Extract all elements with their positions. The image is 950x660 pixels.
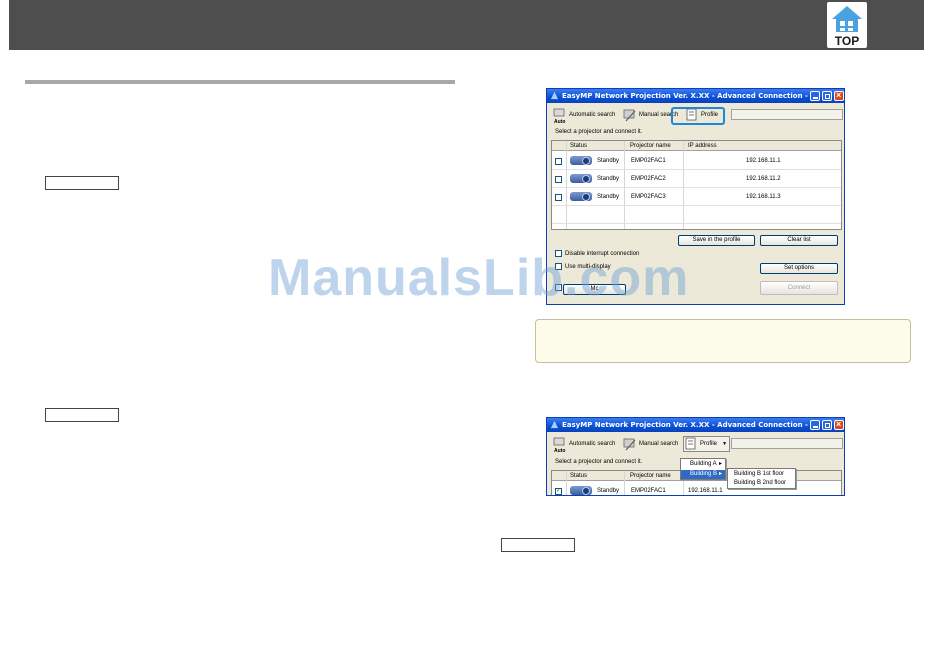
top-button-label: TOP bbox=[834, 34, 860, 48]
set-options-button[interactable]: Set options bbox=[760, 263, 838, 274]
row-status: Standby bbox=[597, 194, 620, 200]
menu-item-building-b-2nd-floor[interactable]: Building B 2nd floor bbox=[728, 479, 795, 488]
table-row[interactable]: Standby EMP02FAC3 192.168.11.3 bbox=[552, 188, 841, 206]
menu-item-label: Building A bbox=[690, 461, 717, 467]
profile-path-field bbox=[731, 109, 843, 120]
app-icon bbox=[550, 420, 559, 429]
auto-caption: Auto bbox=[554, 448, 566, 454]
profile-menu: Building A ▸ Building B ▸ bbox=[680, 458, 726, 480]
close-button[interactable]: × bbox=[834, 419, 844, 430]
row-checkbox[interactable] bbox=[555, 176, 562, 183]
manual-search-icon bbox=[623, 438, 636, 451]
procedure-label-box bbox=[501, 538, 575, 552]
menu-item-label: Building B bbox=[690, 471, 718, 477]
advanced-connection-window-profile-menu: EasyMP Network Projection Ver. X.XX - Ad… bbox=[546, 417, 845, 496]
projector-icon bbox=[570, 486, 592, 495]
toolbar: Automatic search Auto Manual search Prof… bbox=[549, 434, 843, 454]
maximize-button[interactable] bbox=[822, 91, 832, 101]
note-box bbox=[535, 319, 911, 363]
instruction-text: Select a projector and connect it. bbox=[555, 459, 643, 465]
table-row[interactable]: Standby EMP02FAC1 192.168.11.1 bbox=[552, 152, 841, 170]
maximize-button[interactable] bbox=[822, 420, 832, 430]
window-title: EasyMP Network Projection Ver. X.XX - Ad… bbox=[562, 421, 808, 429]
section-rule bbox=[25, 80, 455, 84]
manual-search-label: Manual search bbox=[639, 441, 679, 447]
row-projector-name: EMP02FAC1 bbox=[631, 488, 666, 494]
instruction-text: Select a projector and connect it. bbox=[555, 129, 643, 135]
row-checkbox[interactable] bbox=[555, 158, 562, 165]
profile-icon bbox=[685, 437, 696, 450]
column-header-projector-name[interactable]: Projector name bbox=[630, 471, 671, 481]
table-row[interactable]: Standby EMP02FAC2 192.168.11.2 bbox=[552, 170, 841, 188]
row-ip-address: 192.168.11.2 bbox=[746, 176, 781, 182]
row-ip-address: 192.168.11.3 bbox=[746, 194, 781, 200]
minimize-button[interactable] bbox=[810, 420, 820, 430]
column-header-status[interactable]: Status bbox=[570, 141, 587, 151]
row-projector-name: EMP02FAC3 bbox=[631, 194, 666, 200]
column-header-projector-name[interactable]: Projector name bbox=[630, 141, 671, 151]
window-title-bar: EasyMP Network Projection Ver. X.XX - Ad… bbox=[547, 418, 844, 432]
submenu-arrow-icon: ▸ bbox=[718, 461, 722, 467]
projector-icon bbox=[570, 156, 592, 165]
row-ip-address: 192.168.11.1 bbox=[688, 488, 723, 494]
menu-item-building-a[interactable]: Building A ▸ bbox=[681, 460, 725, 469]
home-icon bbox=[832, 6, 862, 32]
manual-search-button[interactable]: Manual search bbox=[623, 436, 678, 452]
profile-button[interactable]: Profile ▼ bbox=[683, 436, 731, 452]
column-header-ip-address[interactable]: IP address bbox=[688, 141, 717, 151]
row-status: Standby bbox=[597, 488, 620, 494]
page-header-bar bbox=[9, 0, 924, 50]
row-ip-address: 192.168.11.1 bbox=[746, 158, 781, 164]
app-icon bbox=[550, 91, 559, 100]
automatic-search-label: Automatic search bbox=[569, 112, 616, 118]
profile-path-field bbox=[731, 438, 843, 449]
profile-submenu: Building B 1st floor Building B 2nd floo… bbox=[727, 468, 796, 489]
projector-list: Status Projector name IP address Standby… bbox=[551, 140, 842, 230]
profile-highlight bbox=[671, 107, 725, 125]
row-checkbox[interactable] bbox=[555, 194, 562, 201]
top-button[interactable]: TOP bbox=[827, 2, 867, 48]
dropdown-arrow-icon: ▼ bbox=[722, 441, 728, 447]
auto-caption: Auto bbox=[554, 119, 566, 125]
close-icon: × bbox=[836, 419, 842, 429]
clear-list-button[interactable]: Clear list bbox=[760, 235, 838, 246]
procedure-label-box bbox=[45, 176, 119, 190]
minimize-button[interactable] bbox=[810, 91, 820, 101]
save-in-profile-button[interactable]: Save in the profile bbox=[678, 235, 755, 246]
submenu-arrow-icon: ▸ bbox=[718, 471, 722, 477]
row-checkbox-checked[interactable]: ✓ bbox=[555, 488, 562, 495]
watermark-text: ManualsLib.com bbox=[268, 249, 690, 307]
row-status: Standby bbox=[597, 176, 620, 182]
table-row[interactable]: ✓ Standby EMP02FAC1 192.168.11.1 bbox=[552, 482, 841, 495]
window-title-bar: EasyMP Network Projection Ver. X.XX - Ad… bbox=[547, 89, 844, 103]
projector-icon bbox=[570, 174, 592, 183]
connect-button[interactable]: Connect bbox=[760, 281, 838, 295]
manual-search-icon bbox=[623, 109, 636, 122]
menu-item-building-b-1st-floor[interactable]: Building B 1st floor bbox=[728, 470, 795, 479]
procedure-label-box bbox=[45, 408, 119, 422]
profile-label: Profile bbox=[700, 441, 718, 447]
column-header-status[interactable]: Status bbox=[570, 471, 587, 481]
window-title: EasyMP Network Projection Ver. X.XX - Ad… bbox=[562, 92, 808, 100]
close-button[interactable]: × bbox=[834, 90, 844, 101]
list-item bbox=[552, 206, 841, 224]
automatic-search-label: Automatic search bbox=[569, 441, 616, 447]
row-projector-name: EMP02FAC2 bbox=[631, 176, 666, 182]
row-status: Standby bbox=[597, 158, 620, 164]
row-projector-name: EMP02FAC1 bbox=[631, 158, 666, 164]
menu-item-building-b[interactable]: Building B ▸ bbox=[681, 470, 725, 479]
close-icon: × bbox=[836, 90, 842, 100]
projector-icon bbox=[570, 192, 592, 201]
